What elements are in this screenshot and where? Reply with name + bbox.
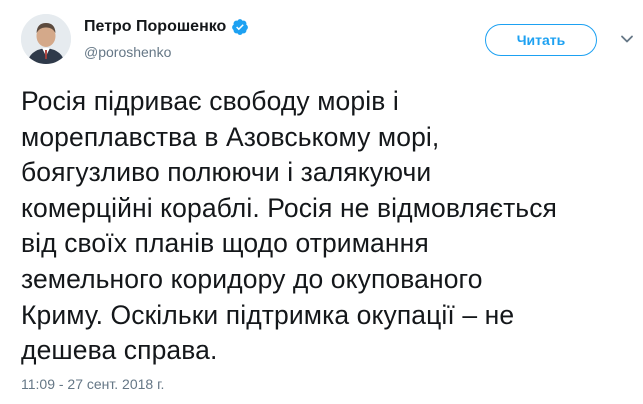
tweet-timestamp[interactable]: 11:09 - 27 сент. 2018 г. — [21, 374, 164, 394]
avatar[interactable] — [21, 14, 71, 64]
chevron-down-icon[interactable] — [620, 32, 634, 46]
follow-button[interactable]: Читать — [485, 24, 597, 56]
author-block: Петро Порошенко @poroshenko — [84, 15, 249, 62]
tweet-text-line: Росія підриває свободу морів і — [21, 86, 399, 116]
tweet-text-line: від своїх планів щодо отримання — [21, 228, 429, 259]
tweet-text-line: дешева справа. — [21, 335, 218, 366]
verified-badge-icon — [231, 18, 249, 36]
tweet-text-line: боягузливо полюючи і залякуючи — [21, 157, 432, 188]
tweet-card: Петро Порошенко @poroshenko Читать Росія… — [0, 0, 643, 404]
tweet-text: Росія підриває свободу морів і мореплавс… — [21, 84, 626, 369]
tweet-text-line: Криму. Оскільки підтримка окупації – не — [21, 299, 515, 330]
tweet-text-line: мореплавства в Азовському морі, — [21, 121, 440, 152]
tweet-text-line: земельного коридору до окупованого — [21, 263, 483, 294]
author-handle[interactable]: @poroshenko — [84, 42, 249, 62]
tweet-text-line: комерційні кораблі. Росія не відмовляєть… — [21, 192, 558, 223]
author-name-row: Петро Порошенко — [84, 15, 249, 39]
author-name[interactable]: Петро Порошенко — [84, 15, 226, 39]
